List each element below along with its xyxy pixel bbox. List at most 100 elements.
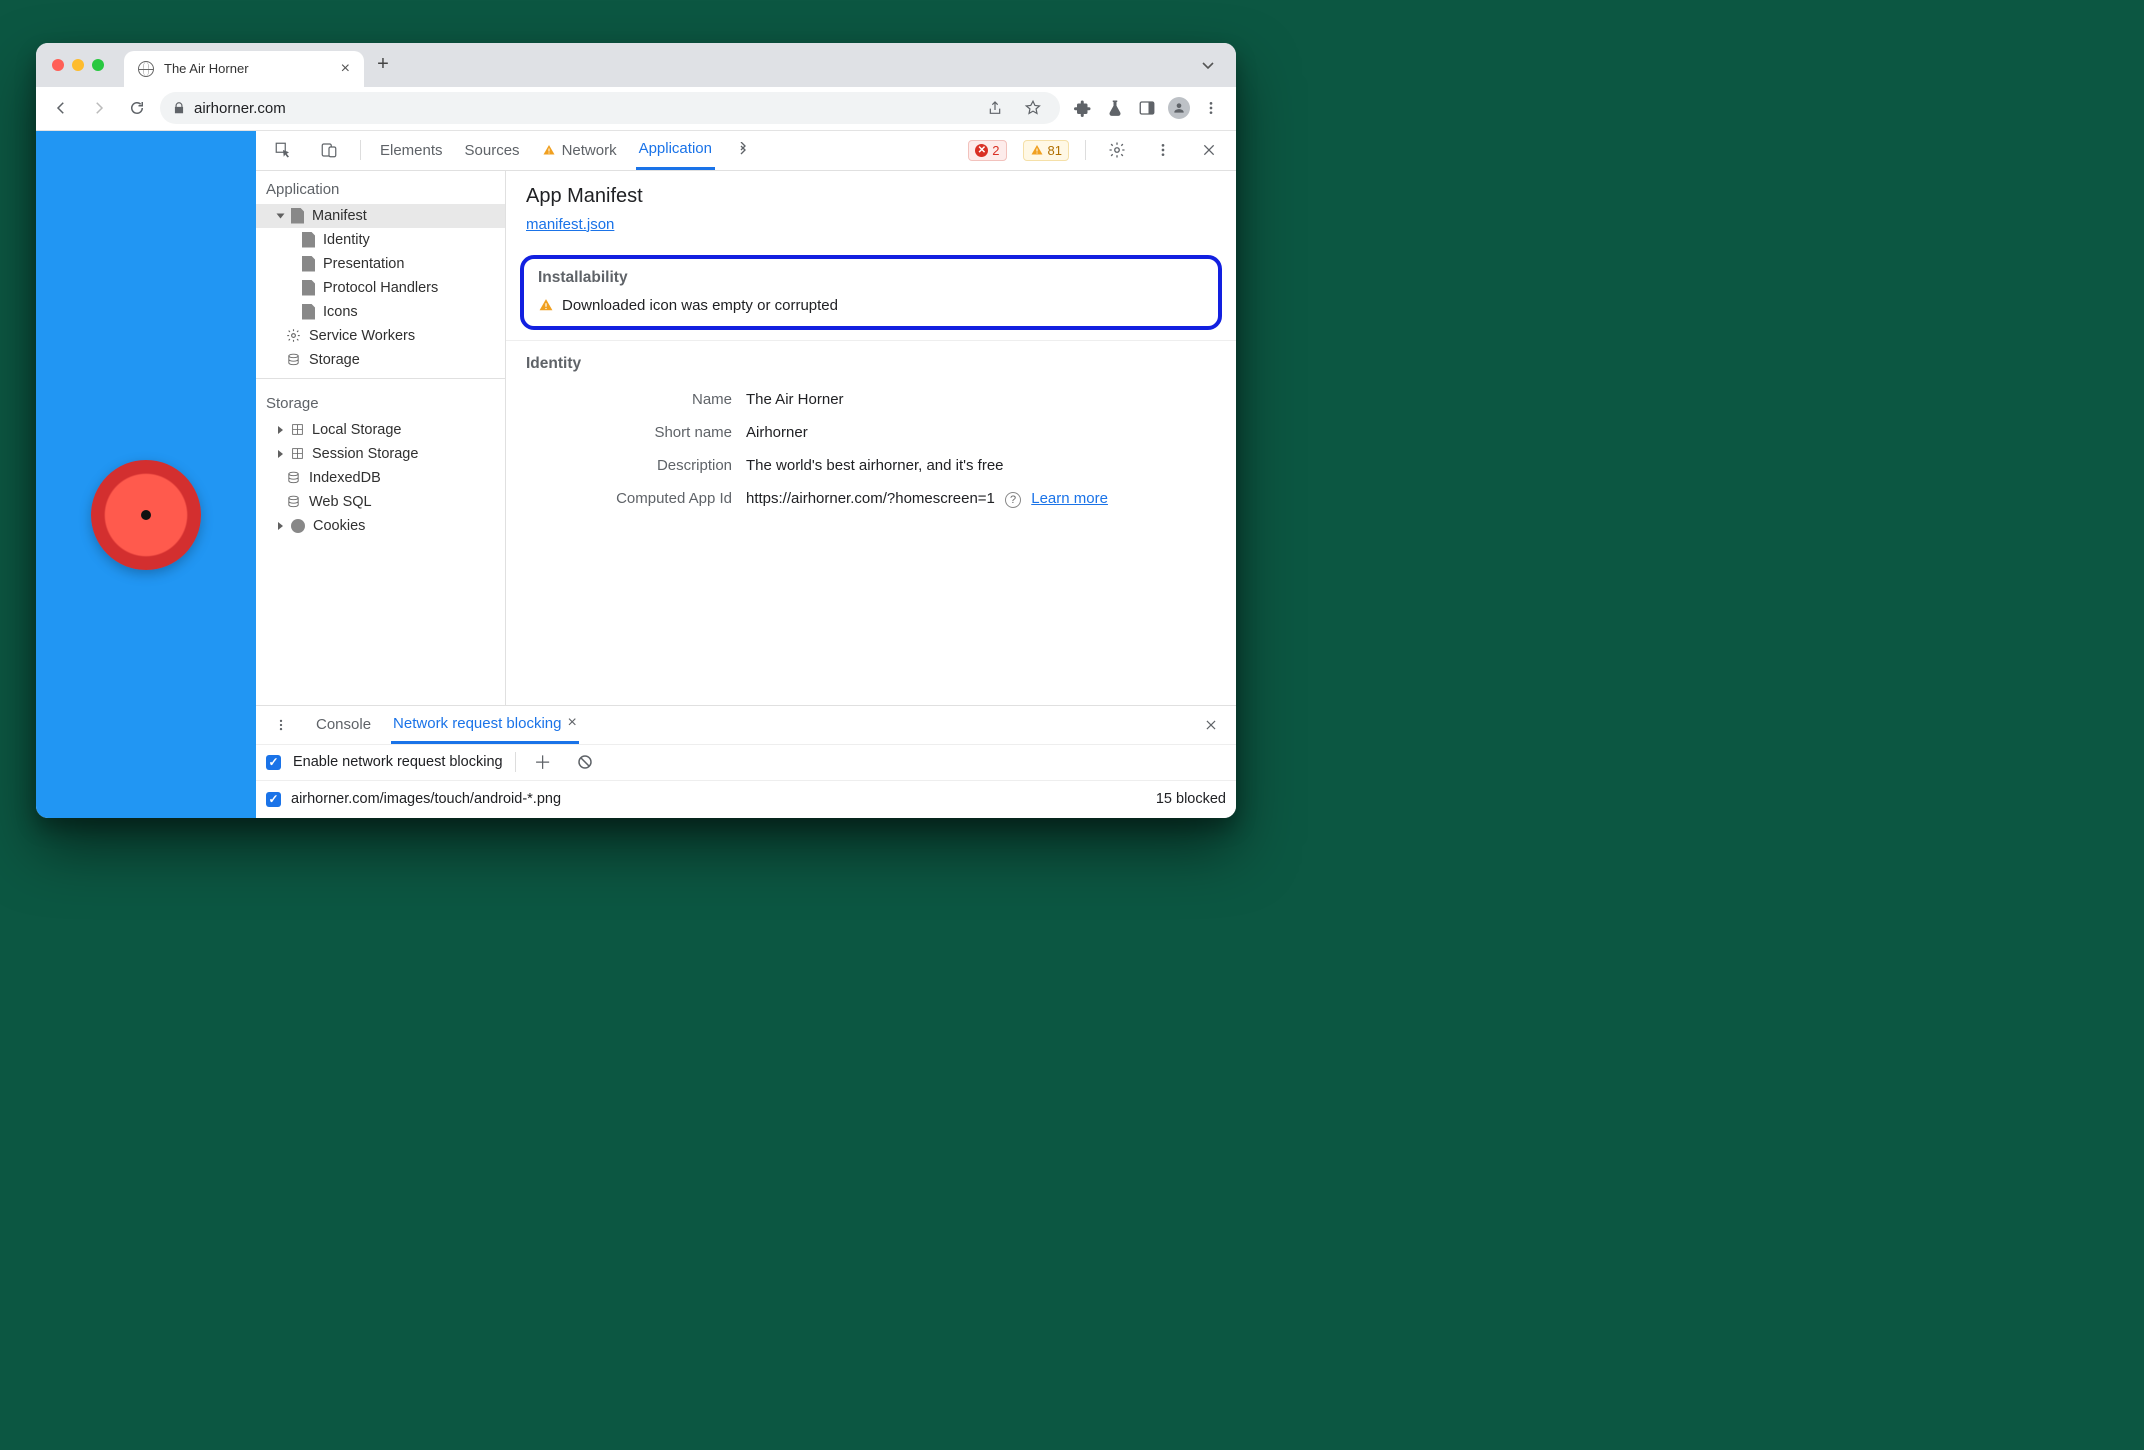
gear-icon <box>286 328 301 343</box>
sidebar-item-indexeddb[interactable]: IndexedDB <box>256 466 505 490</box>
application-sidebar: Application Manifest Identity <box>256 171 506 705</box>
new-tab-button[interactable]: + <box>368 50 398 80</box>
tab-elements[interactable]: Elements <box>377 131 446 170</box>
database-icon <box>286 353 301 367</box>
sidebar-item-label: Service Workers <box>309 328 415 344</box>
file-icon <box>302 280 315 296</box>
field-app-id: Computed App Id https://airhorner.com/?h… <box>506 482 1236 516</box>
sidebar-item-label: Session Storage <box>312 446 418 462</box>
field-value: Airhorner <box>746 424 808 441</box>
sidepanel-button[interactable] <box>1132 93 1162 123</box>
file-icon <box>291 208 304 224</box>
enable-blocking-checkbox[interactable] <box>266 755 281 770</box>
tab-network[interactable]: Network <box>539 131 620 170</box>
extensions-button[interactable] <box>1068 93 1098 123</box>
zoom-window-button[interactable] <box>92 59 104 71</box>
caret-right-icon <box>278 426 283 434</box>
section-application-title: Application <box>256 171 505 204</box>
close-tab-button[interactable]: × <box>341 60 350 78</box>
sidebar-item-service-workers[interactable]: Service Workers <box>256 324 505 348</box>
installability-warning: Downloaded icon was empty or corrupted <box>562 297 838 314</box>
url-host: airhorner.com <box>194 100 286 117</box>
devtools-panel: Elements Sources Network Application ✕ 2 <box>256 131 1236 818</box>
cookie-icon <box>291 519 305 533</box>
drawer-tab-console[interactable]: Console <box>314 706 373 744</box>
grid-icon <box>291 423 304 436</box>
more-tabs-button[interactable] <box>735 142 751 158</box>
sidebar-item-protocol-handlers[interactable]: Protocol Handlers <box>256 276 505 300</box>
browser-tab[interactable]: The Air Horner × <box>124 51 364 87</box>
caret-down-icon <box>277 213 285 218</box>
sidebar-item-cookies[interactable]: Cookies <box>256 514 505 538</box>
star-button[interactable] <box>1018 93 1048 123</box>
minimize-window-button[interactable] <box>72 59 84 71</box>
sidebar-item-identity[interactable]: Identity <box>256 228 505 252</box>
devtools-drawer: Console Network request blocking × Enabl… <box>256 705 1236 818</box>
clear-patterns-button[interactable] <box>570 747 600 777</box>
warning-icon <box>1030 144 1044 156</box>
manifest-link[interactable]: manifest.json <box>506 216 634 243</box>
field-label: Description <box>526 457 746 474</box>
drawer-tabstrip: Console Network request blocking × <box>256 706 1236 744</box>
sidebar-item-label: Web SQL <box>309 494 372 510</box>
devtools-menu-button[interactable] <box>1148 135 1178 165</box>
help-icon[interactable]: ? <box>1005 492 1021 508</box>
sidebar-item-websql[interactable]: Web SQL <box>256 490 505 514</box>
blocking-pattern-row[interactable]: airhorner.com/images/touch/android-*.png… <box>256 780 1236 818</box>
tab-title: The Air Horner <box>164 61 249 76</box>
sidebar-item-label: Storage <box>309 352 360 368</box>
airhorn-button[interactable] <box>91 460 201 570</box>
pattern-enabled-checkbox[interactable] <box>266 792 281 807</box>
sidebar-item-label: Protocol Handlers <box>323 280 438 296</box>
add-pattern-button[interactable]: ＋ <box>528 747 558 777</box>
sidebar-item-local-storage[interactable]: Local Storage <box>256 418 505 442</box>
browser-menu-button[interactable] <box>1196 93 1226 123</box>
sidebar-item-label: Presentation <box>323 256 404 272</box>
enable-blocking-label: Enable network request blocking <box>293 754 503 770</box>
forward-button[interactable] <box>84 93 114 123</box>
drawer-menu-button[interactable] <box>266 710 296 740</box>
avatar-icon <box>1168 97 1190 119</box>
learn-more-link[interactable]: Learn more <box>1031 490 1108 507</box>
device-mode-button[interactable] <box>314 135 344 165</box>
inspect-button[interactable] <box>268 135 298 165</box>
close-window-button[interactable] <box>52 59 64 71</box>
globe-icon <box>138 61 154 77</box>
error-icon: ✕ <box>975 144 988 157</box>
profile-button[interactable] <box>1164 93 1194 123</box>
error-count[interactable]: ✕ 2 <box>968 140 1006 161</box>
labs-button[interactable] <box>1100 93 1130 123</box>
drawer-close-button[interactable] <box>1196 710 1226 740</box>
share-button[interactable] <box>980 93 1010 123</box>
sidebar-item-label: Cookies <box>313 518 365 534</box>
field-value: The Air Horner <box>746 391 844 408</box>
tab-application[interactable]: Application <box>636 131 715 170</box>
warning-icon <box>538 298 554 312</box>
field-value: The world's best airhorner, and it's fre… <box>746 457 1004 474</box>
tab-strip: The Air Horner × + <box>36 43 1236 87</box>
address-bar[interactable]: airhorner.com <box>160 92 1060 124</box>
sidebar-item-presentation[interactable]: Presentation <box>256 252 505 276</box>
sidebar-item-label: Identity <box>323 232 370 248</box>
database-icon <box>286 471 301 485</box>
devtools-body: Application Manifest Identity <box>256 171 1236 705</box>
tabs-menu-button[interactable] <box>1200 57 1216 73</box>
sidebar-item-manifest[interactable]: Manifest <box>256 204 505 228</box>
devtools-close-button[interactable] <box>1194 135 1224 165</box>
sidebar-item-icons[interactable]: Icons <box>256 300 505 324</box>
close-drawer-tab-button[interactable]: × <box>567 714 576 732</box>
lock-icon <box>172 101 186 115</box>
file-icon <box>302 256 315 272</box>
installability-heading: Installability <box>538 269 1204 287</box>
sidebar-item-label: Manifest <box>312 208 367 224</box>
tab-sources[interactable]: Sources <box>462 131 523 170</box>
reload-button[interactable] <box>122 93 152 123</box>
back-button[interactable] <box>46 93 76 123</box>
sidebar-item-app-storage[interactable]: Storage <box>256 348 505 372</box>
file-icon <box>302 304 315 320</box>
sidebar-item-session-storage[interactable]: Session Storage <box>256 442 505 466</box>
section-storage-title: Storage <box>256 385 505 418</box>
drawer-tab-nrb[interactable]: Network request blocking × <box>391 706 579 744</box>
warning-count[interactable]: 81 <box>1023 140 1069 161</box>
devtools-settings-button[interactable] <box>1102 135 1132 165</box>
